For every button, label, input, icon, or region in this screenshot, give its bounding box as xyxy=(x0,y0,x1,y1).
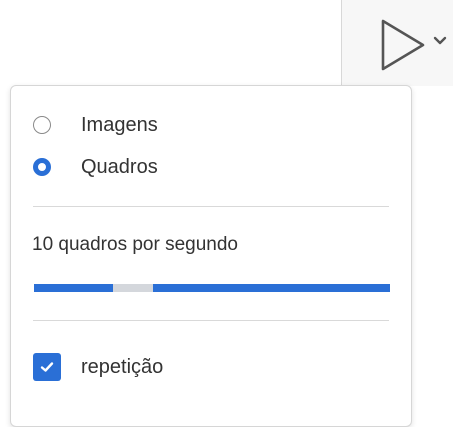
checkmark-icon xyxy=(40,362,54,372)
divider xyxy=(33,320,389,321)
repeat-label: repetição xyxy=(81,355,164,378)
radio-option-quadros[interactable]: Quadros xyxy=(33,152,158,182)
radio-button[interactable] xyxy=(33,158,51,176)
chevron-down-icon xyxy=(433,36,447,45)
slider-thumb[interactable] xyxy=(113,284,153,292)
divider xyxy=(33,206,389,207)
slider-track xyxy=(34,284,390,292)
repeat-checkbox[interactable] xyxy=(33,353,61,381)
radio-label-imagens: Imagens xyxy=(81,113,158,136)
fps-slider[interactable] xyxy=(34,284,390,292)
fps-label: 10 quadros por segundo xyxy=(32,234,238,255)
play-button[interactable] xyxy=(372,16,452,78)
radio-button[interactable] xyxy=(33,116,51,134)
radio-label-quadros: Quadros xyxy=(81,155,158,178)
radio-option-imagens[interactable]: Imagens xyxy=(33,110,158,140)
repeat-option[interactable]: repetição xyxy=(33,351,163,383)
animation-settings-panel: Imagens Quadros 10 quadros por segundo r… xyxy=(10,85,412,427)
play-icon xyxy=(381,19,425,71)
